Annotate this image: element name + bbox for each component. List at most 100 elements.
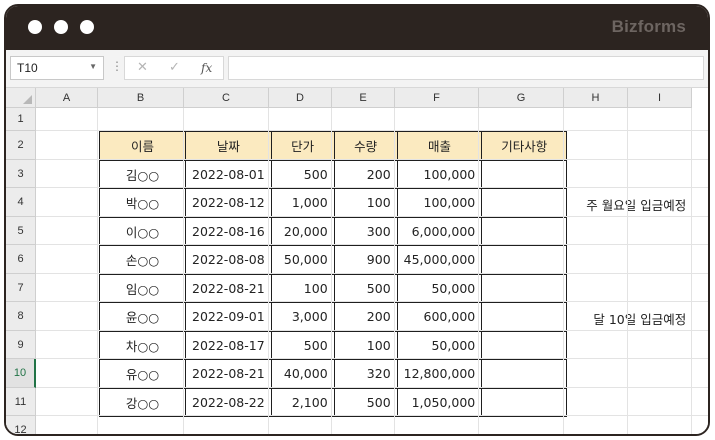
row-header[interactable]: 11 — [6, 387, 36, 416]
row-header[interactable]: 6 — [6, 245, 36, 274]
cell-name[interactable]: 윤○○ — [99, 302, 186, 332]
row-header[interactable]: 9 — [6, 330, 36, 359]
cell-sales[interactable]: 1,050,000 — [396, 387, 483, 417]
column-header[interactable]: E — [332, 88, 395, 108]
worksheet-grid[interactable]: 이름 날짜 단가 수량 매출 기타사항 김○○ 2022-08-01 500 200 1… — [6, 88, 708, 434]
header-price[interactable]: 단가 — [270, 131, 335, 161]
header-name[interactable]: 이름 — [99, 131, 186, 161]
cell-note[interactable] — [481, 159, 568, 189]
cell-sales[interactable]: 600,000 — [396, 302, 483, 332]
column-header[interactable]: B — [98, 88, 184, 108]
row-header[interactable]: 5 — [6, 216, 36, 245]
cell-date[interactable]: 2022-08-08 — [185, 245, 272, 275]
cell-sales[interactable]: 100,000 — [396, 159, 483, 189]
table-header-row: 이름 날짜 단가 수량 매출 기타사항 — [99, 131, 568, 161]
cell-sales[interactable]: 6,000,000 — [396, 216, 483, 246]
formula-buttons: ✕ ✓ fx — [124, 56, 224, 80]
cell-date[interactable]: 2022-08-21 — [185, 359, 272, 389]
function-icon[interactable]: fx — [201, 61, 212, 75]
cell-name[interactable]: 김○○ — [99, 159, 186, 189]
row-header[interactable]: 12 — [6, 416, 36, 434]
cell-price[interactable]: 500 — [270, 159, 335, 189]
cell-sales[interactable]: 100,000 — [396, 188, 483, 218]
cell-qty[interactable]: 900 — [333, 245, 398, 275]
column-header[interactable]: F — [395, 88, 479, 108]
cell-name[interactable]: 강○○ — [99, 387, 186, 417]
header-sales[interactable]: 매출 — [396, 131, 483, 161]
cell-name[interactable]: 유○○ — [99, 359, 186, 389]
cell-name[interactable]: 이○○ — [99, 216, 186, 246]
window-dot-1[interactable] — [28, 20, 42, 34]
cell-qty[interactable]: 500 — [333, 273, 398, 303]
window-dot-3[interactable] — [80, 20, 94, 34]
cell-note[interactable] — [481, 359, 568, 389]
column-header[interactable]: H — [564, 88, 628, 108]
row-header[interactable]: 7 — [6, 273, 36, 302]
more-options-icon[interactable]: ⋮ — [111, 59, 123, 73]
cell-note[interactable] — [481, 273, 568, 303]
column-header[interactable]: C — [184, 88, 269, 108]
cell-name[interactable]: 손○○ — [99, 245, 186, 275]
cell-name[interactable]: 임○○ — [99, 273, 186, 303]
row-header[interactable]: 8 — [6, 302, 36, 331]
gridline-horizontal — [36, 358, 708, 359]
chevron-down-icon[interactable]: ▼ — [89, 62, 97, 71]
cell-name[interactable]: 박○○ — [99, 188, 186, 218]
cell-sales[interactable]: 12,800,000 — [396, 359, 483, 389]
cell-date[interactable]: 2022-08-01 — [185, 159, 272, 189]
cell-note[interactable] — [481, 216, 568, 246]
cell-qty[interactable]: 200 — [333, 302, 398, 332]
header-qty[interactable]: 수량 — [333, 131, 398, 161]
cell-price[interactable]: 2,100 — [270, 387, 335, 417]
column-header[interactable]: G — [479, 88, 564, 108]
cell-date[interactable]: 2022-09-01 — [185, 302, 272, 332]
cell-price[interactable]: 3,000 — [270, 302, 335, 332]
row-header[interactable]: 2 — [6, 131, 36, 160]
column-header[interactable]: I — [628, 88, 692, 108]
cell-date[interactable]: 2022-08-21 — [185, 273, 272, 303]
x-icon[interactable]: ✕ — [137, 60, 148, 75]
row-header[interactable]: 4 — [6, 188, 36, 217]
cell-price[interactable]: 500 — [270, 330, 335, 360]
formula-input[interactable] — [228, 56, 704, 80]
gridline-horizontal — [36, 187, 708, 188]
cell-note[interactable] — [481, 330, 568, 360]
window-dot-2[interactable] — [54, 20, 68, 34]
cell-price[interactable]: 40,000 — [270, 359, 335, 389]
cell-note[interactable]: 주 월요일 입금예정 — [481, 188, 686, 218]
check-icon[interactable]: ✓ — [169, 60, 180, 75]
cell-price[interactable]: 1,000 — [270, 188, 335, 218]
cell-date[interactable]: 2022-08-16 — [185, 216, 272, 246]
row-header[interactable]: 1 — [6, 108, 36, 131]
row-header[interactable]: 10 — [6, 359, 36, 388]
cell-note[interactable] — [481, 245, 568, 275]
table-row: 손○○ 2022-08-08 50,000 900 45,000,000 — [99, 245, 568, 275]
column-header[interactable]: A — [36, 88, 98, 108]
cell-qty[interactable]: 500 — [333, 387, 398, 417]
name-box[interactable]: T10 ▼ — [10, 56, 104, 80]
cell-date[interactable]: 2022-08-12 — [185, 188, 272, 218]
cell-qty[interactable]: 300 — [333, 216, 398, 246]
cell-date[interactable]: 2022-08-17 — [185, 330, 272, 360]
cell-qty[interactable]: 320 — [333, 359, 398, 389]
cell-sales[interactable]: 50,000 — [396, 273, 483, 303]
cell-date[interactable]: 2022-08-22 — [185, 387, 272, 417]
gridline-horizontal — [36, 301, 708, 302]
cell-name[interactable]: 차○○ — [99, 330, 186, 360]
row-header[interactable]: 3 — [6, 159, 36, 188]
cell-price[interactable]: 100 — [270, 273, 335, 303]
header-date[interactable]: 날짜 — [185, 131, 272, 161]
cell-qty[interactable]: 100 — [333, 330, 398, 360]
cell-sales[interactable]: 50,000 — [396, 330, 483, 360]
cell-qty[interactable]: 100 — [333, 188, 398, 218]
cell-price[interactable]: 50,000 — [270, 245, 335, 275]
cell-sales[interactable]: 45,000,000 — [396, 245, 483, 275]
column-header[interactable]: D — [269, 88, 332, 108]
cell-note[interactable]: 달 10일 입금예정 — [481, 302, 686, 332]
header-note[interactable]: 기타사항 — [481, 131, 568, 161]
cell-qty[interactable]: 200 — [333, 159, 398, 189]
cell-price[interactable]: 20,000 — [270, 216, 335, 246]
table-row: 박○○ 2022-08-12 1,000 100 100,000 주 월요일 입금예정 — [99, 188, 686, 218]
select-all-corner[interactable] — [6, 88, 36, 108]
cell-note[interactable] — [481, 387, 568, 417]
